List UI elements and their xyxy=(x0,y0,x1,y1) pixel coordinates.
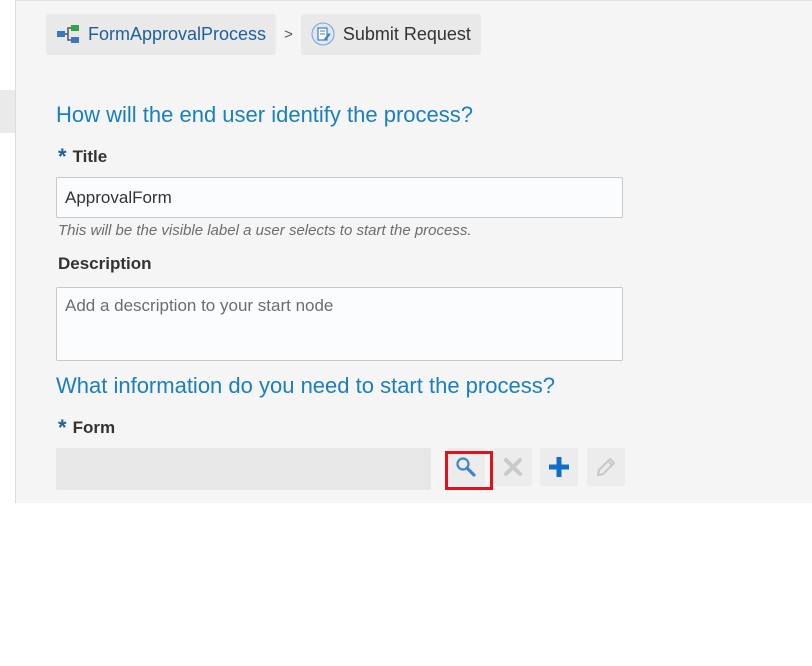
form-label: * Form xyxy=(58,413,116,440)
start-info-heading: What information do you need to start th… xyxy=(56,373,555,398)
left-rail xyxy=(0,0,16,503)
breadcrumb-current-label: Submit Request xyxy=(342,23,471,44)
description-label: Description xyxy=(58,254,152,273)
breadcrumb-current: Submit Request xyxy=(300,13,481,55)
required-marker: * xyxy=(58,415,67,440)
process-flow-icon xyxy=(56,24,80,44)
form-select-field[interactable] xyxy=(56,448,431,490)
required-marker: * xyxy=(58,144,67,169)
clear-icon xyxy=(504,458,522,476)
search-form-button[interactable] xyxy=(447,448,485,486)
breadcrumb: FormApprovalProcess > Submit Request xyxy=(46,13,481,55)
left-rail-tab[interactable] xyxy=(0,90,15,133)
identify-process-heading: How will the end user identify the proce… xyxy=(56,102,473,127)
search-icon xyxy=(456,457,476,477)
form-label-text: Form xyxy=(72,418,116,437)
title-label: * Title xyxy=(58,142,108,169)
add-icon xyxy=(549,457,569,477)
start-node-panel: FormApprovalProcess > Submit Request How… xyxy=(16,0,812,503)
title-label-text: Title xyxy=(72,147,108,166)
clear-form-button[interactable] xyxy=(494,448,532,486)
title-input[interactable] xyxy=(56,177,623,218)
breadcrumb-process[interactable]: FormApprovalProcess xyxy=(46,13,277,55)
add-form-button[interactable] xyxy=(540,448,578,486)
submit-request-icon xyxy=(311,22,335,46)
description-textarea[interactable] xyxy=(56,287,623,361)
edit-icon xyxy=(596,457,616,477)
breadcrumb-process-label: FormApprovalProcess xyxy=(88,23,267,44)
breadcrumb-separator: > xyxy=(284,25,293,43)
title-help-text: This will be the visible label a user se… xyxy=(58,222,472,239)
edit-form-button[interactable] xyxy=(587,448,625,486)
